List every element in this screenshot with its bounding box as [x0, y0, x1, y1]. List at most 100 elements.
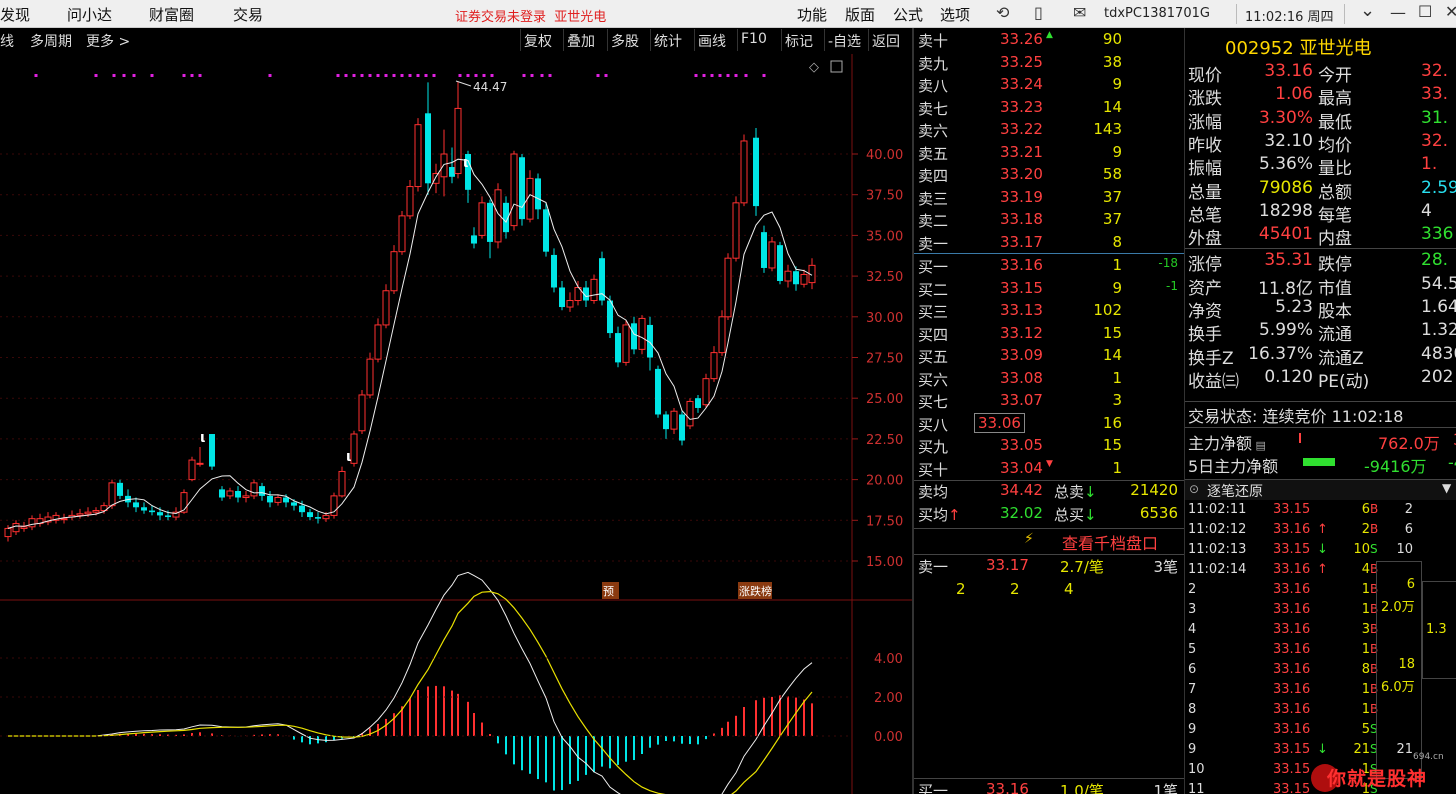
ask-row[interactable]: 卖四 33.20 58	[914, 165, 1184, 188]
bid-price: 33.07	[1000, 391, 1043, 409]
chevron-down-icon[interactable]: ⌄	[1360, 0, 1375, 21]
more-menu[interactable]: 更多 >	[86, 31, 130, 51]
menu-options[interactable]: 选项	[940, 4, 970, 25]
quote-label: 量比	[1318, 159, 1352, 180]
menu-layout[interactable]: 版面	[845, 4, 875, 25]
bid-row[interactable]: 买八 33.06 16	[914, 412, 1184, 437]
ask-row[interactable]: 卖五 33.21 9	[914, 143, 1184, 166]
bid-row[interactable]: 买七 33.07 3	[914, 391, 1184, 414]
candle-body	[679, 414, 685, 441]
split-2: 2	[1010, 580, 1020, 598]
ask-row[interactable]: 卖十 33.26 90 ▲	[914, 30, 1184, 53]
bid-row[interactable]: 买六 33.08 1	[914, 369, 1184, 392]
ask-label: 卖二	[918, 212, 949, 230]
bid-row[interactable]: 买三 33.13 102	[914, 301, 1184, 324]
candle-body	[607, 300, 613, 334]
signal-dot	[458, 74, 462, 77]
menu-wealth-circle[interactable]: 财富圈	[149, 4, 194, 25]
btn-multi-stock[interactable]: 多股	[607, 29, 642, 51]
tick-arrow: ↓	[1317, 542, 1328, 557]
price-axis-label: 27.50	[866, 352, 903, 367]
candle-body	[358, 394, 366, 432]
btn-back[interactable]: 返回	[868, 29, 903, 51]
candle-body	[60, 518, 68, 521]
view-thousand-level-link[interactable]: 查看千档盘口	[1062, 530, 1158, 554]
signal-marker[interactable]: ι	[200, 430, 205, 446]
candle-body	[406, 186, 414, 217]
quote-value: 1.32	[1421, 320, 1456, 341]
quote-label: 资产	[1188, 278, 1222, 299]
btn-remove-watchlist[interactable]: -自选	[824, 29, 864, 51]
ticks-header[interactable]: ⊙ 逐笔还原 ▼	[1185, 480, 1456, 500]
quote-value: 54.5	[1421, 273, 1456, 294]
mail-icon[interactable]: ✉	[1073, 3, 1086, 22]
ask-volume: 8	[1112, 232, 1122, 251]
tick-time: 3	[1188, 602, 1197, 617]
signal-dot	[744, 74, 748, 77]
app-window: 发现 问小达 财富圈 交易 证券交易未登录 亚世光电 功能 版面 公式 选项 ⟲…	[0, 0, 1456, 794]
ask-row[interactable]: 卖一 33.17 8	[914, 233, 1184, 256]
tick-time: 2	[1188, 582, 1197, 597]
bid-label: 买十	[918, 460, 949, 479]
ask-row[interactable]: 卖九 33.25 38	[914, 53, 1184, 76]
tick-price: 33.16	[1273, 702, 1311, 717]
minimize-icon[interactable]: —	[1390, 3, 1406, 22]
marker-yu[interactable]: 预	[603, 585, 614, 598]
candle-body	[702, 378, 710, 406]
btn-draw[interactable]: 画线	[694, 29, 729, 51]
ask-price: 33.25	[1000, 52, 1043, 71]
candle-body	[543, 209, 549, 252]
signal-dot	[718, 74, 722, 77]
collapse-icon[interactable]: ⊙	[1189, 482, 1199, 496]
signal-marker[interactable]: ι	[463, 155, 468, 171]
bid-volume: 15	[1102, 323, 1122, 342]
tick-time: 11:02:13	[1188, 542, 1247, 557]
bid-row[interactable]: 买四 33.12 15	[914, 324, 1184, 347]
login-notice[interactable]: 证券交易未登录 亚世光电	[455, 6, 606, 25]
bid-row[interactable]: 买一 33.16 1 -18	[914, 256, 1184, 279]
kline-chart[interactable]: ι ι ι 40.00 37.50 35.00 32.50 30.00 27.50 25.00 2…	[0, 54, 912, 794]
btn-mark[interactable]: 标记	[781, 29, 816, 51]
signal-dot	[392, 74, 396, 77]
btn-adjust[interactable]: 复权	[520, 29, 555, 51]
btn-stats[interactable]: 统计	[650, 29, 685, 51]
menu-function[interactable]: 功能	[797, 4, 827, 25]
bid-label: 买五	[918, 348, 949, 366]
menu-trade[interactable]: 交易	[233, 4, 263, 25]
close-icon[interactable]: ✕	[1445, 2, 1456, 21]
ask-row[interactable]: 卖三 33.19 37	[914, 188, 1184, 211]
ask-row[interactable]: 卖六 33.22 143	[914, 120, 1184, 143]
ask-row[interactable]: 卖八 33.24 9	[914, 75, 1184, 98]
signal-marker[interactable]: ι	[346, 449, 351, 465]
notice-stock-name: 亚世光电	[554, 10, 607, 25]
tick-count: 6	[1404, 522, 1413, 537]
window-icon[interactable]	[830, 60, 843, 73]
tick-row: 11:02:13 33.15 ↓ 10 S 10	[1185, 542, 1455, 562]
btn-overlay[interactable]: 叠加	[563, 29, 598, 51]
bottom-avg: 1.0/笔	[1060, 782, 1104, 794]
menu-ask-xiaoda[interactable]: 问小达	[67, 4, 112, 25]
menu-formula[interactable]: 公式	[893, 4, 923, 25]
ask-row[interactable]: 卖七 33.23 14	[914, 98, 1184, 121]
quote-label: 总笔	[1188, 205, 1222, 226]
maximize-icon[interactable]: ☐	[1418, 2, 1432, 21]
bid-row[interactable]: 买十 33.04 1 ▼	[914, 459, 1184, 482]
bid-row[interactable]: 买五 33.09 14	[914, 346, 1184, 369]
phone-icon[interactable]: ▯	[1034, 3, 1043, 22]
filter-icon[interactable]: ▼	[1442, 481, 1451, 495]
marker-rank[interactable]: 涨跌榜	[739, 584, 772, 598]
period-weekly[interactable]: 周线	[0, 31, 14, 51]
ask-row[interactable]: 卖二 33.18 37	[914, 210, 1184, 233]
quote-label: 振幅	[1188, 159, 1222, 180]
menu-discover[interactable]: 发现	[0, 4, 30, 25]
diamond-icon[interactable]: ◇	[809, 60, 819, 75]
chart-area[interactable]: ι ι ι 40.00 37.50 35.00 32.50 30.00 27.50 25.00 2…	[0, 54, 912, 794]
sync-icon[interactable]: ⟲	[996, 3, 1009, 22]
up-arrow-icon: ▲	[1046, 30, 1053, 40]
tick-time: 4	[1188, 622, 1197, 637]
bid-row[interactable]: 买二 33.15 9 -1	[914, 279, 1184, 302]
btn-f10[interactable]: F10	[737, 29, 770, 51]
bid-row[interactable]: 买九 33.05 15	[914, 436, 1184, 459]
multi-period[interactable]: 多周期	[30, 31, 72, 51]
bottom-detail-row: 买一 33.16 1.0/笔 1笔	[914, 780, 1184, 794]
